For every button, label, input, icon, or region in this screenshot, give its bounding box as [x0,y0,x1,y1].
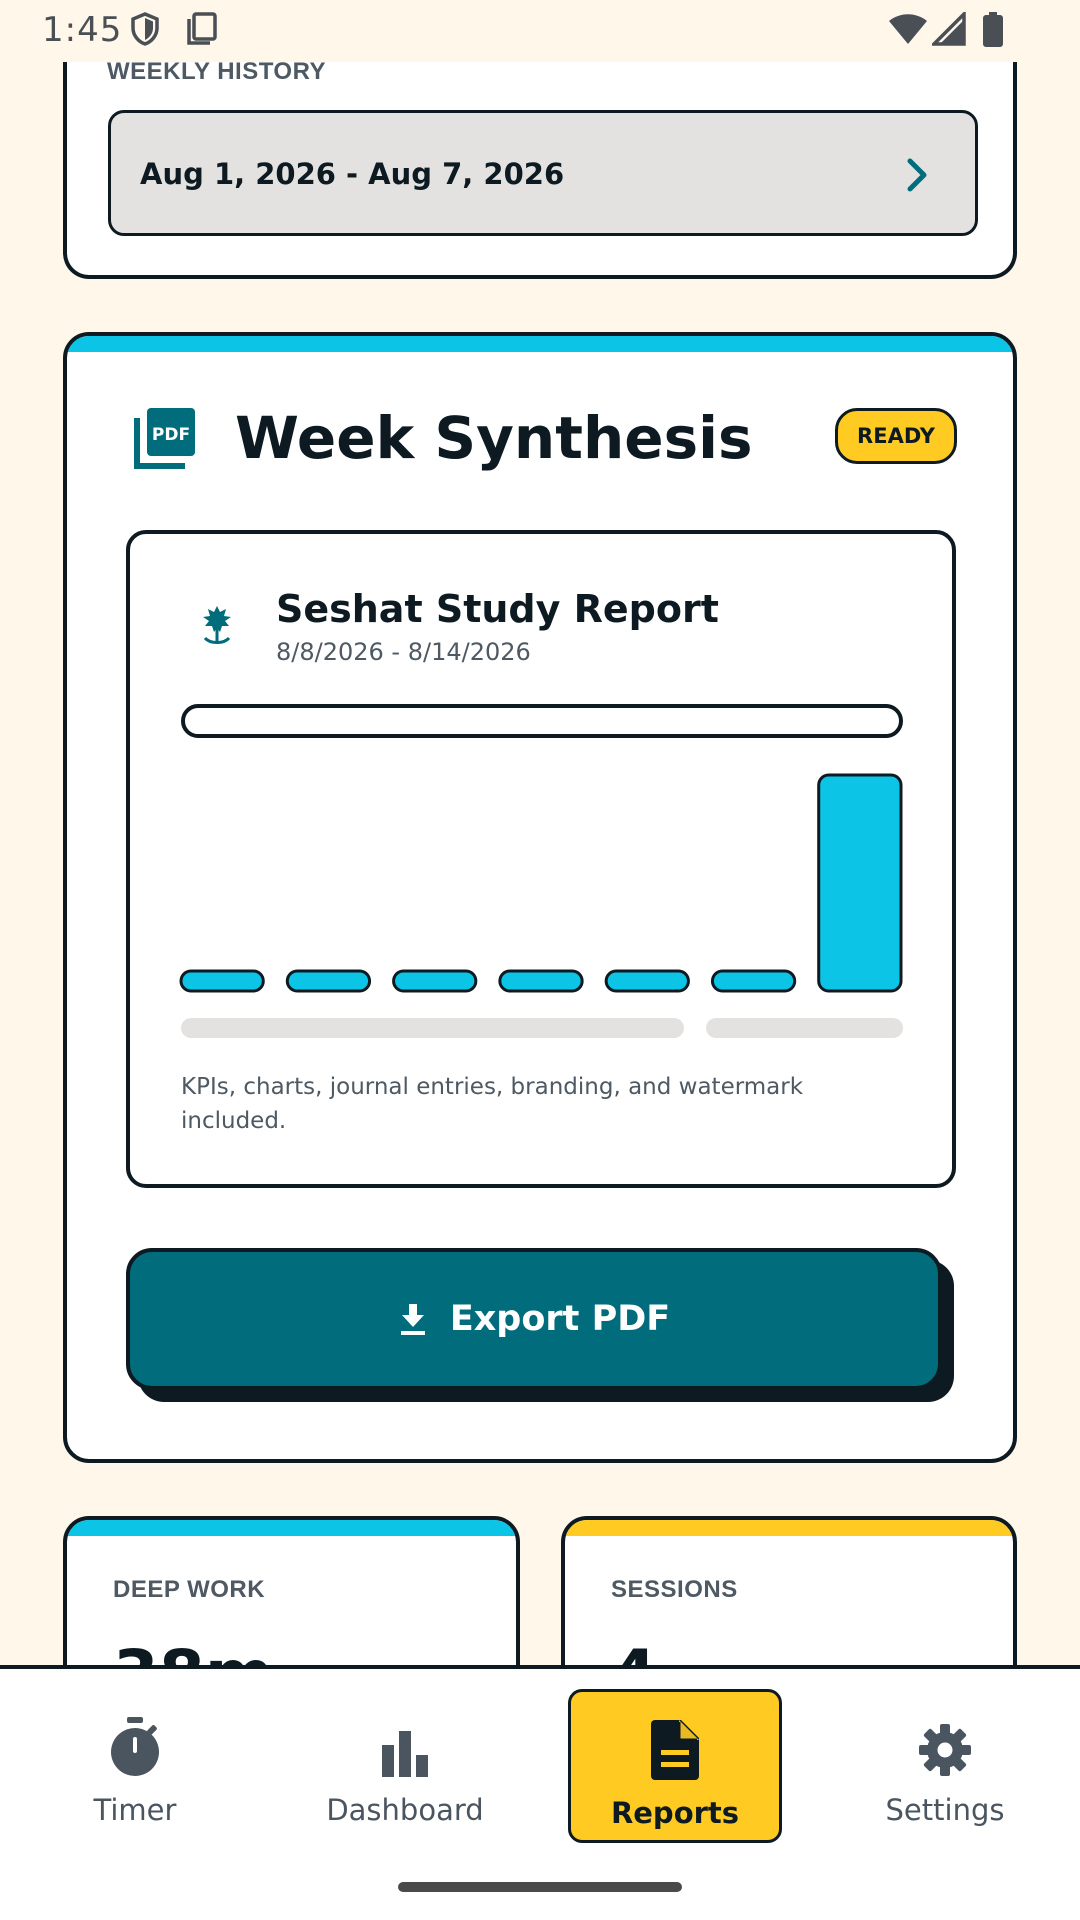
kpi-label: SESSIONS [611,1576,738,1603]
screen: 1:45 WEEKLY HISTORY Aug 1, 2026 - Aug 7,… [0,0,1080,1920]
nav-item-timer[interactable]: Timer [28,1689,242,1843]
wifi-icon [889,14,927,44]
gear-icon [918,1703,972,1777]
nav-item-reports[interactable]: Reports [568,1689,782,1843]
nav-item-dashboard[interactable]: Dashboard [298,1689,512,1843]
status-bar: 1:45 [0,0,1080,62]
sim-card-icon [187,12,217,45]
week-range-selector[interactable]: Aug 1, 2026 - Aug 7, 2026 [108,110,978,236]
shield-icon [131,12,159,46]
svg-text:PDF: PDF [152,425,190,445]
chart-bar [179,969,265,993]
week-synthesis-card: PDF Week Synthesis READY Seshat Study Re… [63,332,1017,1463]
preview-progress-bar [181,704,903,738]
report-dates: 8/8/2026 - 8/14/2026 [276,638,531,666]
home-indicator [398,1882,682,1892]
nav-label: Reports [610,1796,740,1830]
stopwatch-icon [107,1703,163,1777]
bar-chart-icon [380,1703,430,1777]
card-accent-bar [67,1520,516,1536]
nav-label: Timer [93,1793,177,1827]
chart-bar [498,969,584,993]
chart-bar [285,969,372,993]
synthesis-title: Week Synthesis [235,404,753,472]
nav-label: Settings [885,1793,1005,1827]
chart-bar [604,969,690,993]
chart-bar [392,969,478,993]
cell-signal-icon [932,12,966,46]
status-badge: READY [835,408,957,464]
document-icon [651,1706,699,1780]
chart-bar [710,969,797,993]
pdf-icon: PDF [134,408,195,469]
nav-label: Dashboard [326,1793,484,1827]
weekly-history-title: WEEKLY HISTORY [107,58,327,85]
report-preview: Seshat Study Report 8/8/2026 - 8/14/2026… [126,530,956,1188]
chart-bar [817,773,903,993]
card-accent-bar [565,1520,1013,1536]
report-note: KPIs, charts, journal entries, branding,… [181,1074,804,1134]
download-icon [398,1302,428,1336]
export-pdf-label: Export PDF [449,1299,671,1339]
preview-placeholder-line [706,1018,903,1038]
kpi-label: DEEP WORK [113,1576,266,1603]
status-time: 1:45 [42,10,123,50]
chevron-right-icon [907,158,927,192]
preview-placeholder-line [181,1018,684,1038]
week-range-text: Aug 1, 2026 - Aug 7, 2026 [140,157,565,191]
seshat-logo-icon [203,606,231,644]
report-title: Seshat Study Report [276,587,719,631]
battery-icon [983,12,1003,47]
export-pdf-button[interactable]: Export PDF [126,1248,942,1390]
preview-bar-chart [179,773,903,993]
card-accent-bar [67,336,1013,352]
nav-item-settings[interactable]: Settings [838,1689,1052,1843]
